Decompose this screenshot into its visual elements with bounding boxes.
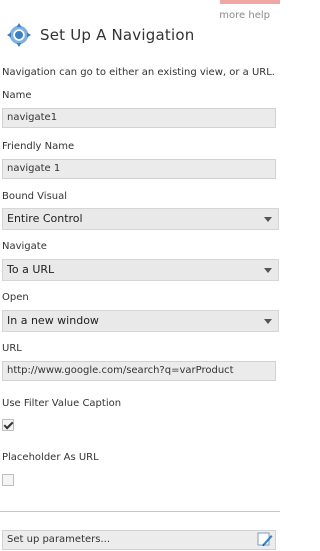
placeholder-as-url-label: Placeholder As URL xyxy=(2,452,99,463)
open-value: In a new window xyxy=(7,314,99,327)
setup-parameters-button[interactable]: Set up parameters... xyxy=(2,530,276,550)
bound-visual-select[interactable]: Entire Control xyxy=(2,208,279,230)
placeholder-as-url-checkbox[interactable] xyxy=(2,474,14,486)
url-field[interactable]: http://www.google.com/search?q=varProduc… xyxy=(2,361,276,381)
navigation-compass-icon xyxy=(7,23,31,47)
name-field[interactable]: navigate1 xyxy=(2,108,276,128)
use-filter-value-caption-label: Use Filter Value Caption xyxy=(2,398,122,409)
top-accent-bar xyxy=(220,0,280,4)
divider xyxy=(0,511,280,512)
chevron-down-icon xyxy=(264,268,272,273)
navigate-select[interactable]: To a URL xyxy=(2,259,279,281)
bound-visual-value: Entire Control xyxy=(7,212,83,225)
page-title: Set Up A Navigation xyxy=(40,26,195,44)
use-filter-value-caption-checkbox[interactable] xyxy=(2,419,14,431)
navigate-label: Navigate xyxy=(2,241,47,252)
bound-visual-label: Bound Visual xyxy=(2,191,68,202)
name-label: Name xyxy=(2,90,32,101)
chevron-down-icon xyxy=(264,319,272,324)
description-text: Navigation can go to either an existing … xyxy=(2,67,275,78)
url-label: URL xyxy=(2,343,22,354)
pencil-edit-icon xyxy=(257,532,273,546)
panel-header: Set Up A Navigation xyxy=(6,22,194,48)
chevron-down-icon xyxy=(264,217,272,222)
navigate-value: To a URL xyxy=(7,263,55,276)
setup-parameters-label: Set up parameters... xyxy=(7,534,111,545)
friendly-name-field[interactable]: navigate 1 xyxy=(2,159,276,179)
open-label: Open xyxy=(2,292,29,303)
open-select[interactable]: In a new window xyxy=(2,310,279,332)
friendly-name-label: Friendly Name xyxy=(2,141,75,152)
more-help-link[interactable]: more help xyxy=(219,10,270,21)
